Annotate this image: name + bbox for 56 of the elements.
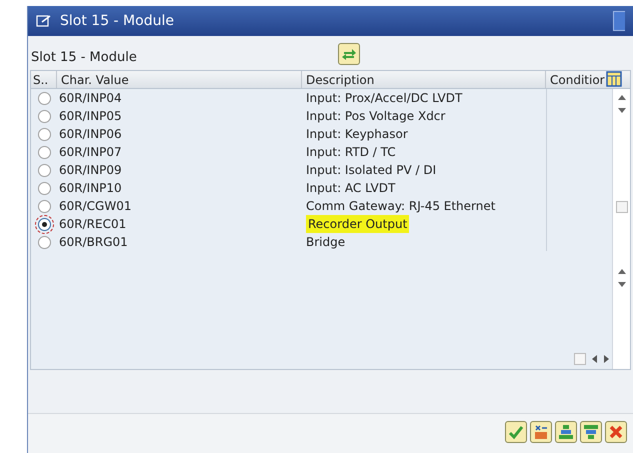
table-cell-text: 60R/INP06 xyxy=(58,126,123,143)
table-cell: Input: RTD / TC xyxy=(306,145,396,159)
column-header[interactable]: Char. Value xyxy=(57,71,302,88)
scroll-up-icon[interactable] xyxy=(618,95,626,100)
filter-icon xyxy=(583,424,599,440)
panel-title: Slot 15 - Module xyxy=(31,48,137,66)
table-cell-text: 60R/INP10 xyxy=(58,180,123,197)
radio-button[interactable] xyxy=(38,110,50,122)
close-button[interactable] xyxy=(613,11,625,31)
radio-button[interactable] xyxy=(38,218,50,230)
calculator-icon xyxy=(533,424,549,440)
cancel-icon xyxy=(608,424,624,440)
table-cell: Recorder Output xyxy=(306,215,410,233)
table-cell: Input: AC LVDT xyxy=(306,181,396,195)
cancel-button[interactable] xyxy=(605,420,627,442)
radio-button[interactable] xyxy=(38,182,50,194)
confirm-button[interactable] xyxy=(505,420,527,442)
calculator-button[interactable] xyxy=(530,420,552,442)
radio-button[interactable] xyxy=(38,200,50,212)
radio-button[interactable] xyxy=(38,236,50,248)
hierarchy-icon xyxy=(558,424,574,440)
scroll-down-icon[interactable] xyxy=(618,108,626,113)
window-icon xyxy=(36,14,52,28)
table-settings-icon[interactable] xyxy=(606,71,622,87)
table-cell-text: 60R/REC01 xyxy=(58,216,128,233)
table-cell: Comm Gateway: RJ-45 Ethernet xyxy=(306,199,496,213)
check-icon xyxy=(508,424,524,440)
scroll-left-icon[interactable] xyxy=(592,355,598,363)
scroll-thumb[interactable] xyxy=(574,353,586,365)
radio-button[interactable] xyxy=(38,92,50,104)
radio-button[interactable] xyxy=(38,128,50,140)
table-cell-text: 60R/INP07 xyxy=(58,144,123,161)
table-cell: Input: Prox/Accel/DC LVDT xyxy=(306,91,462,105)
radio-button[interactable] xyxy=(38,164,50,176)
table-cell-text: 60R/BRG01 xyxy=(58,234,129,251)
table-cell: Input: Isolated PV / DI xyxy=(306,163,436,177)
column-header[interactable]: S.. xyxy=(31,71,57,88)
hierarchy-button[interactable] xyxy=(555,420,577,442)
scrollbar[interactable] xyxy=(612,89,630,369)
column-header[interactable]: Description xyxy=(302,71,546,88)
table-cell: Input: Pos Voltage Xdcr xyxy=(306,109,446,123)
swap-arrows-icon xyxy=(341,46,357,62)
scroll-down-icon[interactable] xyxy=(618,282,626,287)
scroll-thumb[interactable] xyxy=(616,201,628,213)
window-title: Slot 15 - Module xyxy=(60,12,174,30)
table-cell-text: 60R/CGW01 xyxy=(58,198,132,215)
table-cell-text: 60R/INP04 xyxy=(58,90,123,107)
table-cell-text: 60R/INP09 xyxy=(58,162,123,179)
table-cell: Input: Keyphasor xyxy=(306,127,408,141)
column-header[interactable]: Conditior xyxy=(546,71,610,88)
radio-button[interactable] xyxy=(38,146,50,158)
table-cell: Bridge xyxy=(306,235,346,249)
table-cell-text: 60R/INP05 xyxy=(58,108,123,125)
filter-button[interactable] xyxy=(580,420,602,442)
scroll-up-icon[interactable] xyxy=(618,269,626,274)
swap-button[interactable] xyxy=(338,43,360,65)
